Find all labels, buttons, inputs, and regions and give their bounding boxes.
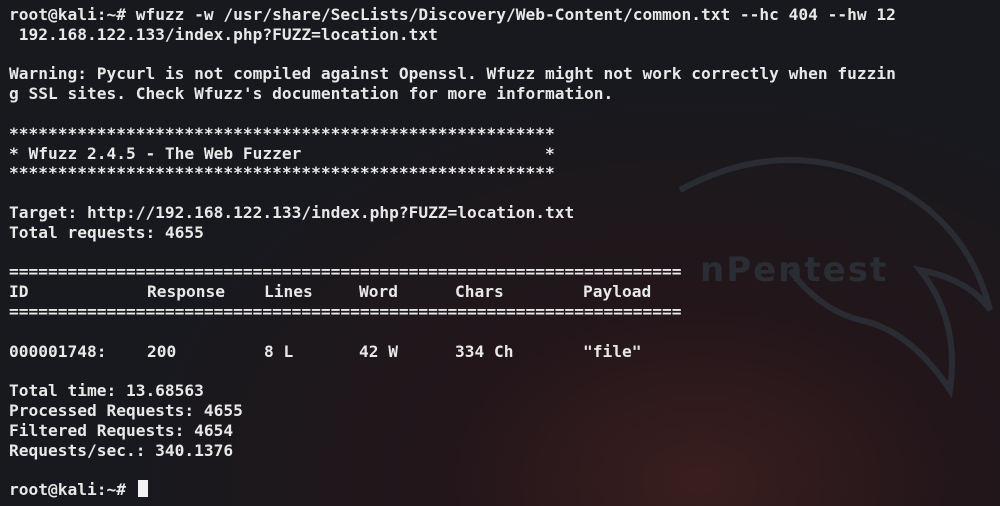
stat-filtered: Filtered Requests: 4654 xyxy=(9,420,234,440)
banner-title: * Wfuzz 2.4.5 - The Web Fuzzer * xyxy=(9,143,555,163)
header-word: Word xyxy=(359,282,398,302)
header-payload: Payload xyxy=(583,282,652,302)
cell-word: 42 W xyxy=(359,341,398,361)
header-lines: Lines xyxy=(264,282,313,302)
table-separator: ========================================… xyxy=(9,262,682,282)
command-text: wfuzz -w /usr/share/SecLists/Discovery/W… xyxy=(125,5,896,24)
header-chars: Chars xyxy=(455,282,504,302)
stat-total-time: Total time: 13.68563 xyxy=(9,381,204,401)
cell-response: 200 xyxy=(147,341,177,361)
warning-line: g SSL sites. Check Wfuzz's documentation… xyxy=(9,84,614,104)
stat-rate: Requests/sec.: 340.1376 xyxy=(9,440,234,460)
command-line: root@kali:~# wfuzz -w /usr/share/SecList… xyxy=(9,5,994,25)
prompt: root@kali:~# xyxy=(9,5,126,24)
banner-border: ****************************************… xyxy=(9,123,555,143)
cell-id: 000001748: xyxy=(9,341,107,361)
final-prompt-line[interactable]: root@kali:~# xyxy=(9,480,994,500)
cell-payload: "file" xyxy=(583,341,642,361)
terminal-output: root@kali:~# wfuzz -w /usr/share/SecList… xyxy=(9,5,994,500)
text-cursor xyxy=(137,480,148,498)
command-line-continued: 192.168.122.133/index.php?FUZZ=location.… xyxy=(9,24,438,44)
cell-chars: 334 Ch xyxy=(455,341,514,361)
warning-line: Warning: Pycurl is not compiled against … xyxy=(9,64,896,84)
target-line: Target: http://192.168.122.133/index.php… xyxy=(9,202,575,222)
table-separator: ========================================… xyxy=(9,301,682,321)
header-id: ID xyxy=(9,282,29,302)
table-row: 000001748: 200 8 L 42 W 334 Ch "file" xyxy=(9,342,994,362)
header-response: Response xyxy=(147,282,225,302)
total-requests-line: Total requests: 4655 xyxy=(9,222,204,242)
cell-lines: 8 L xyxy=(264,341,294,361)
table-header: ID Response Lines Word Chars Payload xyxy=(9,282,994,302)
prompt: root@kali:~# xyxy=(9,480,126,500)
stat-processed: Processed Requests: 4655 xyxy=(9,400,243,420)
banner-border: ****************************************… xyxy=(9,163,555,183)
terminal-window[interactable]: nPentest root@kali:~# wfuzz -w /usr/shar… xyxy=(0,0,1000,506)
